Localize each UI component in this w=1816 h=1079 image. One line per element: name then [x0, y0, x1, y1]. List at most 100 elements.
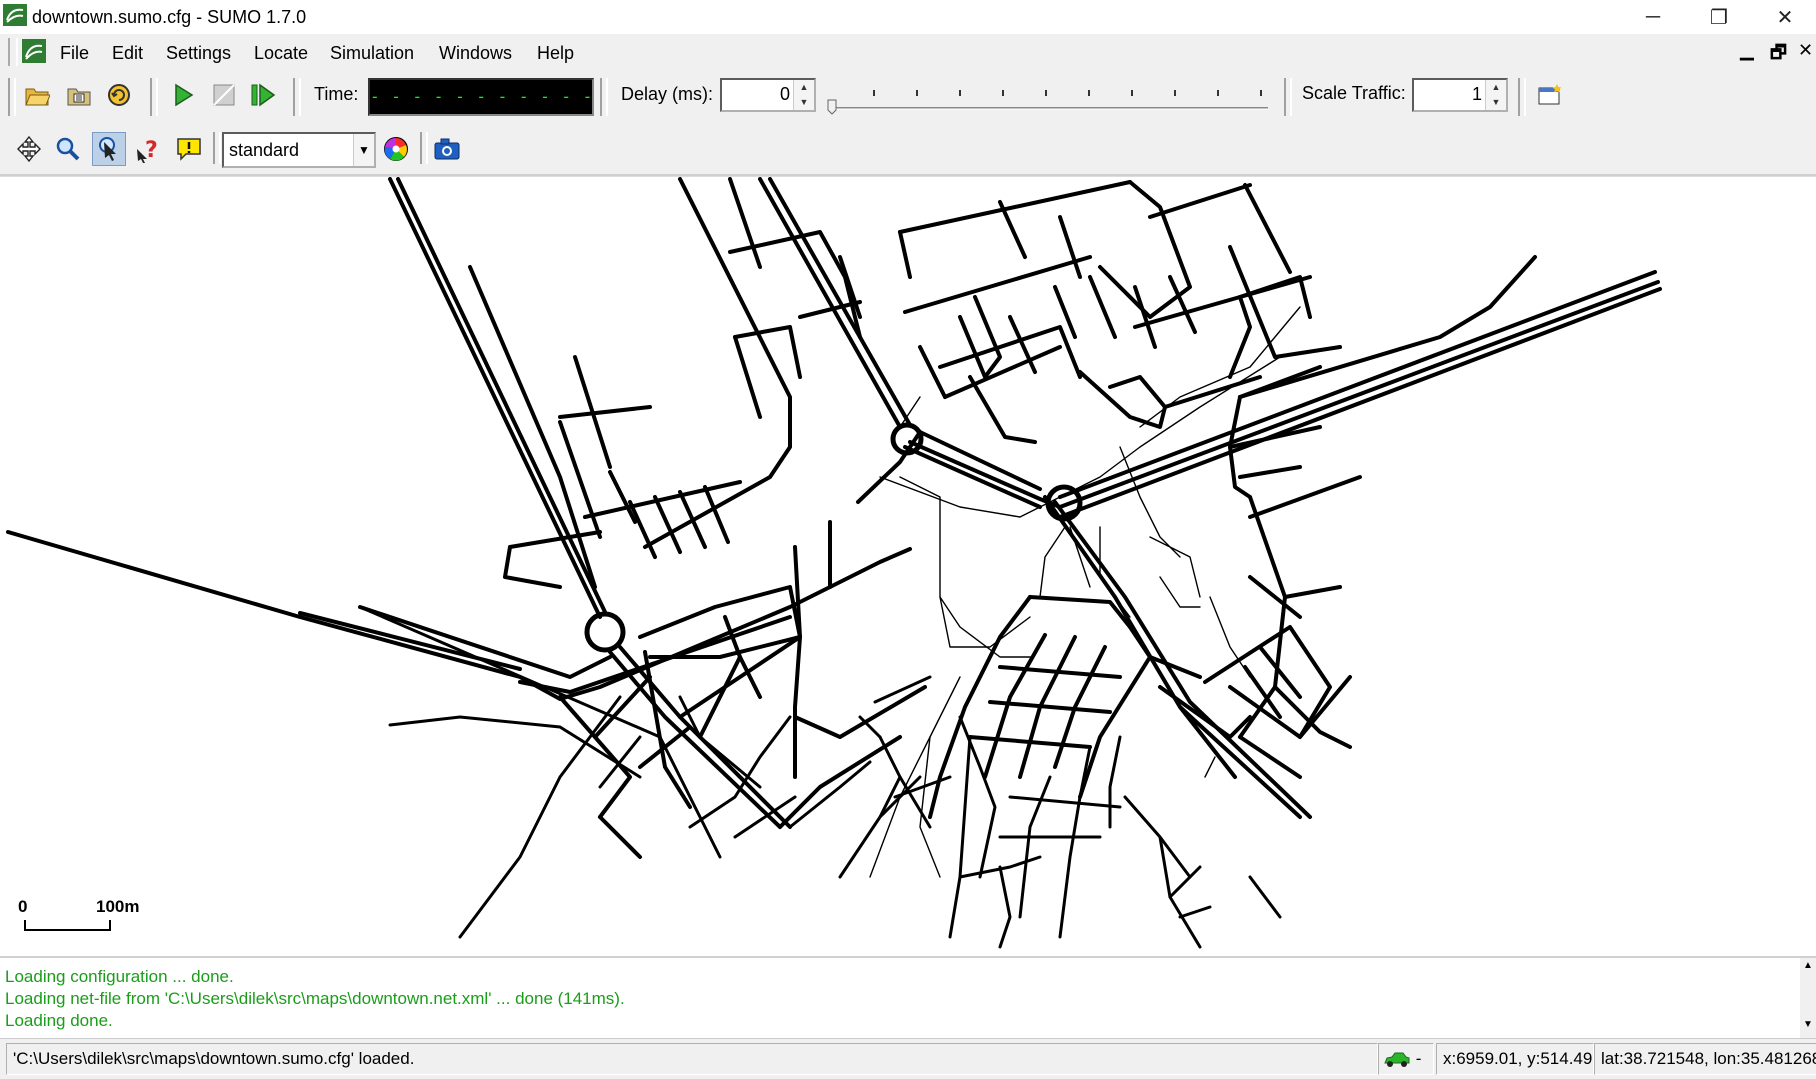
menu-windows[interactable]: Windows — [439, 43, 512, 64]
road — [1178, 905, 1212, 919]
road — [793, 545, 802, 779]
menu-simulation[interactable]: Simulation — [330, 43, 414, 64]
stop-simulation-button[interactable] — [209, 80, 239, 110]
menu-locate[interactable]: Locate — [254, 43, 308, 64]
road — [608, 650, 782, 829]
road — [698, 655, 742, 739]
inspect-button[interactable]: ? — [134, 134, 164, 164]
road — [943, 345, 1062, 399]
road — [1088, 275, 1117, 339]
scale-traffic-spinner[interactable]: 1 ▲ ▼ — [1412, 78, 1508, 112]
road — [958, 295, 1002, 379]
zoom-button[interactable] — [53, 134, 83, 164]
car-icon — [1384, 1052, 1410, 1067]
road — [758, 177, 902, 429]
menubar-grip[interactable] — [8, 38, 18, 66]
locate-junction-button[interactable] — [92, 132, 126, 166]
tooltip-button[interactable] — [174, 134, 204, 164]
road — [598, 735, 642, 789]
road — [1238, 255, 1537, 399]
road — [728, 177, 762, 269]
road — [1243, 183, 1292, 274]
path — [899, 476, 1031, 658]
road — [558, 405, 652, 419]
speech-bubble-icon — [177, 138, 201, 161]
road — [388, 177, 602, 619]
step-simulation-button[interactable] — [248, 80, 278, 110]
vehicle-count: - — [1415, 1049, 1422, 1068]
run-simulation-button[interactable] — [168, 80, 198, 110]
road — [396, 177, 607, 614]
mdi-minimize-button[interactable]: ▁ — [1740, 40, 1754, 61]
mdi-restore-button[interactable]: 🗗 — [1770, 40, 1787, 70]
menu-help[interactable]: Help — [537, 43, 574, 64]
road — [1248, 875, 1282, 919]
chevron-down-icon[interactable]: ▼ — [353, 134, 374, 166]
road — [608, 470, 637, 524]
road — [678, 490, 707, 549]
title-bar: downtown.sumo.cfg - SUMO 1.7.0 ─ ❐ ✕ — [0, 0, 1816, 34]
menu-bar: File Edit Settings Locate Simulation Win… — [0, 34, 1816, 72]
reload-button[interactable] — [104, 80, 134, 110]
screenshot-button[interactable] — [432, 134, 462, 164]
road — [918, 345, 947, 399]
open-config-button[interactable] — [22, 80, 52, 110]
main-toolbar: Time: - - - - - - - - - - - - - - - - - … — [0, 72, 1816, 125]
play-icon — [175, 83, 194, 107]
road — [948, 735, 972, 939]
close-button[interactable]: ✕ — [1752, 0, 1816, 34]
color-wheel-icon — [384, 137, 408, 161]
delay-slider[interactable] — [818, 78, 1274, 118]
road — [768, 177, 912, 427]
recenter-view-button[interactable] — [14, 134, 44, 164]
road — [968, 375, 1037, 444]
time-display: - - - - - - - - - - - - - - - - - - - - — [368, 78, 594, 116]
delay-spinner[interactable]: 0 ▲ ▼ — [720, 78, 816, 112]
camera-icon — [434, 138, 460, 160]
road — [628, 500, 657, 559]
menu-edit[interactable]: Edit — [112, 43, 143, 64]
edit-coloring-button[interactable] — [381, 134, 411, 164]
road — [856, 430, 922, 504]
road — [468, 265, 597, 589]
road — [1238, 465, 1302, 479]
menu-settings[interactable]: Settings — [166, 43, 231, 64]
road — [1163, 375, 1262, 409]
scroll-down-icon[interactable]: ▼ — [1800, 1019, 1816, 1030]
network-map-view[interactable]: 0 100m — [0, 176, 1816, 949]
scale-up-arrow-icon[interactable]: ▲ — [1486, 80, 1506, 95]
menu-file[interactable]: File — [60, 43, 89, 64]
path — [1149, 536, 1201, 598]
window-title: downtown.sumo.cfg - SUMO 1.7.0 — [32, 7, 307, 27]
toolbar-grip[interactable] — [8, 78, 16, 116]
delay-up-arrow-icon[interactable]: ▲ — [794, 80, 814, 95]
delay-slider-thumb[interactable] — [827, 99, 837, 115]
road — [733, 335, 762, 419]
restore-button[interactable]: ❐ — [1686, 0, 1752, 34]
message-window: Loading configuration ... done. Loading … — [0, 956, 1816, 1040]
mdi-close-button[interactable]: ✕ — [1798, 40, 1813, 61]
status-message: 'C:\Users\dilek\src\maps\downtown.sumo.c… — [6, 1043, 1378, 1075]
open-network-icon — [67, 88, 91, 106]
message-scrollbar[interactable]: ▲ ▼ — [1800, 958, 1816, 1040]
path — [1204, 756, 1216, 778]
scale-down-arrow-icon[interactable]: ▼ — [1486, 95, 1506, 110]
color-scheme-select[interactable]: standard ▼ — [222, 132, 376, 168]
road — [1058, 745, 1092, 939]
new-view-button[interactable] — [1535, 80, 1565, 110]
road — [998, 865, 1012, 949]
road — [1238, 275, 1312, 299]
delay-down-arrow-icon[interactable]: ▼ — [794, 95, 814, 110]
road — [643, 177, 792, 549]
path — [1159, 576, 1201, 608]
toolbar-separator — [420, 132, 428, 164]
toolbar-separator — [1284, 78, 1292, 116]
sumo-mdi-icon[interactable] — [22, 39, 46, 63]
message-line: Loading done. — [5, 1011, 113, 1030]
road — [1108, 735, 1122, 829]
road — [1058, 215, 1082, 279]
minimize-button[interactable]: ─ — [1620, 0, 1686, 34]
path — [869, 736, 931, 878]
scroll-up-icon[interactable]: ▲ — [1800, 960, 1816, 971]
open-network-button[interactable] — [64, 80, 94, 110]
